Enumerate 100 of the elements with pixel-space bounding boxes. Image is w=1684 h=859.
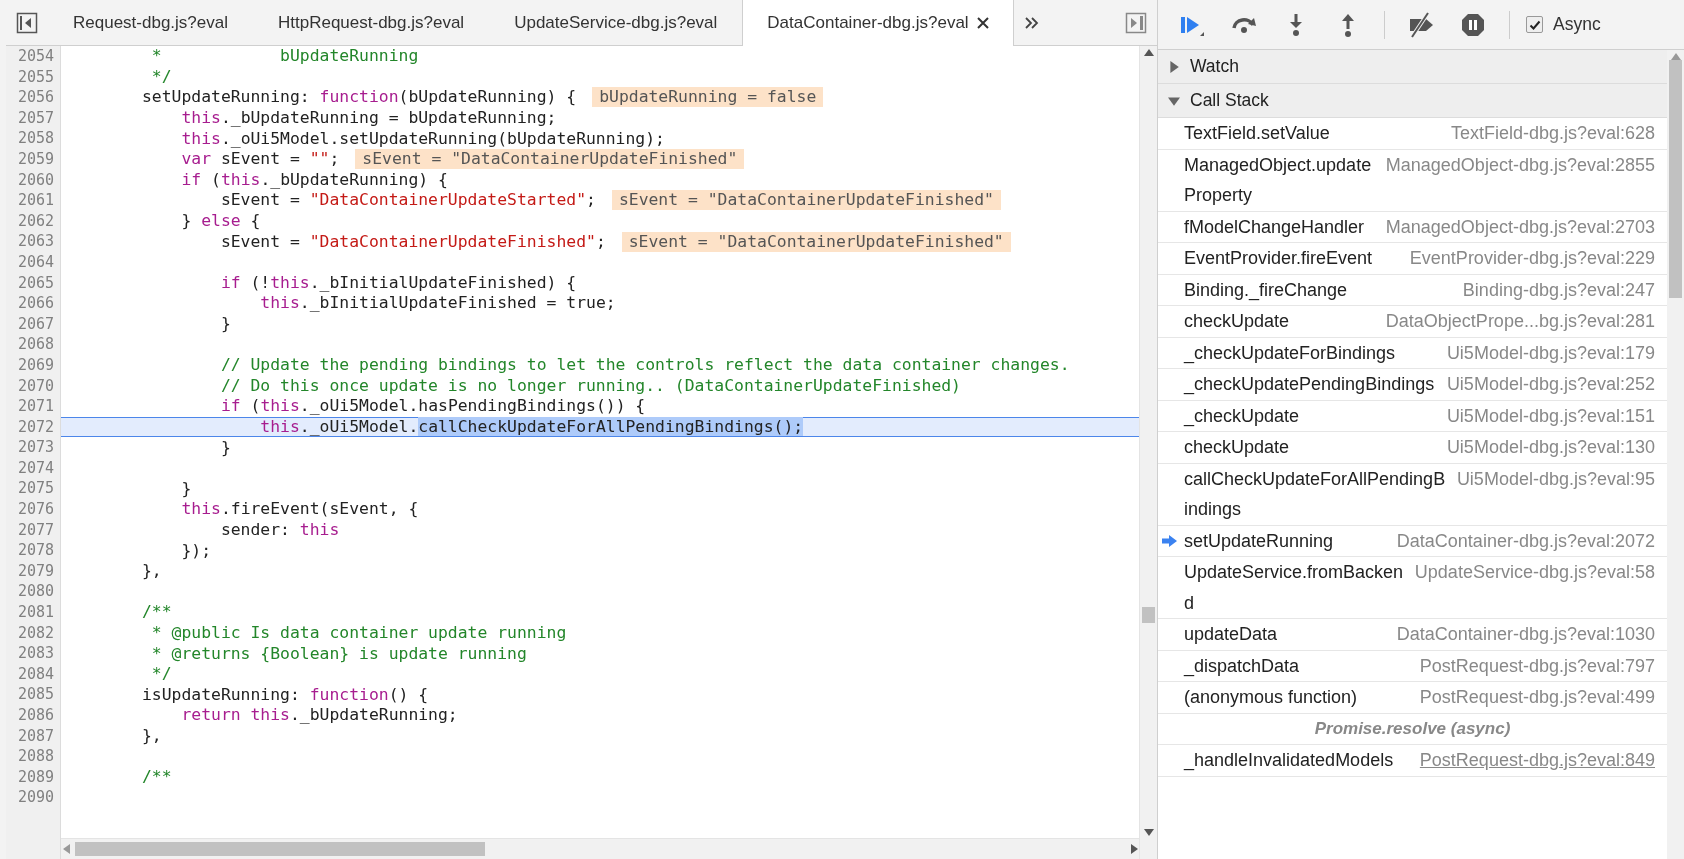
code-line: */ (150, 664, 172, 685)
code-line: }); (180, 540, 212, 561)
function-name: setUpdateRunning (1184, 529, 1335, 553)
code-line: var sEvent = ""; (180, 149, 340, 170)
call-frame-row[interactable]: fModelChangeHandler ManagedObject-dbg.js?eval:2703 (1158, 211, 1667, 243)
inline-value: sEvent = "DataContainerUpdateFinished" (621, 231, 1011, 252)
file-tab[interactable]: Request-dbg.js?eval (48, 0, 253, 46)
line-number: 2057 (16, 107, 55, 129)
source-link[interactable]: Ui5Model-dbg.js?eval:179 (1446, 337, 1655, 368)
call-frame-row[interactable]: TextField.setValue TextField-dbg.js?eval:628 (1158, 118, 1667, 150)
scroll-down-icon[interactable] (1143, 827, 1154, 837)
source-link[interactable]: Ui5Model-dbg.js?eval:95 (1456, 463, 1655, 494)
code-line: sEvent = "DataContainerUpdateStarted"; (219, 190, 596, 211)
line-number: 2069 (16, 354, 55, 376)
code-line: /** (140, 767, 172, 788)
line-number: 2056 (16, 87, 55, 108)
line-number: 2061 (16, 190, 55, 211)
line-number: 2090 (16, 787, 55, 808)
source-link[interactable]: UpdateService-dbg.js?eval:58 (1414, 557, 1655, 588)
inline-value: sEvent = "DataContainerUpdateFinished" (611, 190, 1001, 211)
scrollbar-thumb[interactable] (1142, 607, 1155, 624)
line-number: 2082 (16, 622, 55, 644)
line-number: 2055 (16, 66, 55, 88)
check-icon (1528, 18, 1541, 31)
source-link[interactable]: Ui5Model-dbg.js?eval:130 (1446, 432, 1655, 463)
section-header[interactable]: Watch (1158, 50, 1667, 84)
scrollbar-thumb[interactable] (1669, 60, 1682, 298)
expand-icon[interactable] (1168, 94, 1180, 107)
scrollbar-thumb[interactable] (75, 842, 485, 856)
source-link[interactable]: ManagedObject-dbg.js?eval:2703 (1385, 211, 1655, 242)
code-line: this.fireEvent(sEvent, { (180, 499, 419, 520)
code-line: * @returns {Boolean} is update running (150, 643, 527, 664)
call-frame-row[interactable]: EventProvider.fireEvent EventProvider-dbg.js?eval:229 (1158, 243, 1667, 275)
source-link[interactable]: EventProvider-dbg.js?eval:229 (1409, 243, 1655, 274)
call-frame-row[interactable]: _checkUpdatePendingBindings Ui5Model-dbg.js?eval:252 (1158, 369, 1667, 401)
call-frame-row[interactable]: _checkUpdateForBindings Ui5Model-dbg.js?eval:179 (1158, 337, 1667, 369)
code-line: if (!this._bInitialUpdateFinished) { (219, 272, 577, 293)
line-number: 2072 (16, 416, 55, 438)
source-link[interactable]: DataContainer-dbg.js?eval:1030 (1396, 619, 1655, 650)
line-number: 2087 (16, 725, 55, 747)
call-frame-row[interactable]: Binding._fireChange Binding-dbg.js?eval:247 (1158, 274, 1667, 306)
code-line: if (this._bUpdateRunning) { (180, 169, 448, 190)
source-link[interactable]: Ui5Model-dbg.js?eval:151 (1446, 400, 1655, 431)
call-frame-row[interactable]: updateData DataContainer-dbg.js?eval:1030 (1158, 619, 1667, 651)
async-divider: Promise.resolve (async) (1158, 713, 1667, 745)
code-line: * @public Is data container update running (150, 622, 567, 643)
file-tab[interactable]: UpdateService-dbg.js?eval (489, 0, 743, 46)
call-frame-row[interactable]: _checkUpdate Ui5Model-dbg.js?eval:151 (1158, 400, 1667, 432)
code-line: /** (140, 602, 172, 623)
line-number: 2060 (16, 169, 55, 191)
line-number: 2084 (16, 663, 55, 685)
deactivate-breakpoints-icon[interactable] (1407, 10, 1435, 39)
section-header[interactable]: Call Stack (1158, 84, 1667, 118)
scroll-right-icon[interactable] (1129, 844, 1139, 854)
source-link[interactable]: Binding-dbg.js?eval:247 (1462, 274, 1655, 305)
source-link[interactable]: TextField-dbg.js?eval:628 (1450, 118, 1655, 149)
line-number: 2088 (16, 746, 55, 767)
source-link[interactable]: PostRequest-dbg.js?eval:849 (1419, 745, 1655, 776)
function-name: updateData (1184, 623, 1279, 646)
function-name: (anonymous function) (1184, 686, 1359, 709)
code-line: this._oUi5Model.callCheckUpdateForAllPendingBindings(); (259, 417, 804, 437)
expand-icon[interactable] (1168, 60, 1180, 73)
code-line: this._bInitialUpdateFinished = true; (259, 293, 616, 314)
line-number: 2065 (16, 272, 55, 294)
source-link[interactable]: PostRequest-dbg.js?eval:499 (1419, 682, 1655, 713)
call-frame-row[interactable]: _handleInvalidatedModels PostRequest-dbg.js?eval:849 (1158, 745, 1667, 777)
source-link[interactable]: Ui5Model-dbg.js?eval:252 (1446, 369, 1655, 400)
line-number: 2081 (16, 602, 55, 623)
line-number: 2080 (16, 581, 55, 603)
line-number: 2070 (16, 375, 55, 397)
line-number: 2067 (16, 313, 55, 335)
source-link[interactable]: ManagedObject-dbg.js?eval:2855 (1385, 149, 1655, 180)
line-number: 2068 (16, 334, 55, 355)
call-frame-row[interactable]: setUpdateRunning DataContainer-dbg.js?eval:2072 (1158, 525, 1667, 557)
line-number: 2085 (16, 684, 55, 705)
code-line: }, (140, 561, 162, 582)
function-name: _checkUpdateForBindings (1184, 341, 1397, 366)
code-line: * bUpdateRunning (150, 46, 419, 67)
line-number: 2066 (16, 293, 55, 314)
call-frame-row[interactable]: checkUpdate DataObjectPrope...bg.js?eval:281 (1158, 306, 1667, 338)
source-link[interactable]: DataObjectPrope...bg.js?eval:281 (1385, 306, 1655, 337)
async-checkbox[interactable]: Async (1526, 14, 1601, 35)
call-frame-row[interactable]: checkUpdate Ui5Model-dbg.js?eval:130 (1158, 432, 1667, 464)
function-name: checkUpdate (1184, 436, 1291, 459)
code-line: } else { (180, 211, 261, 232)
code-line: } (219, 314, 231, 334)
call-frame-row[interactable]: _dispatchData PostRequest-dbg.js?eval:797 (1158, 650, 1667, 682)
line-number: 2063 (16, 231, 55, 252)
code-line: return this._bUpdateRunning; (180, 705, 458, 726)
call-frame-row[interactable]: (anonymous function) PostRequest-dbg.js?eval:499 (1158, 682, 1667, 714)
line-number: 2059 (16, 148, 55, 170)
file-tab[interactable]: HttpRequest-dbg.js?eval (253, 0, 490, 46)
function-name: Binding._fireChange (1184, 278, 1349, 303)
function-name: fModelChangeHandler (1184, 215, 1366, 239)
close-icon[interactable] (976, 17, 989, 29)
file-tab[interactable]: DataContainer-dbg.js?eval (742, 0, 1014, 46)
code-line: isUpdateRunning: function() { (140, 684, 429, 705)
source-link[interactable]: PostRequest-dbg.js?eval:797 (1419, 650, 1655, 681)
source-link[interactable]: DataContainer-dbg.js?eval:2072 (1396, 525, 1655, 556)
line-number: 2086 (16, 705, 55, 726)
